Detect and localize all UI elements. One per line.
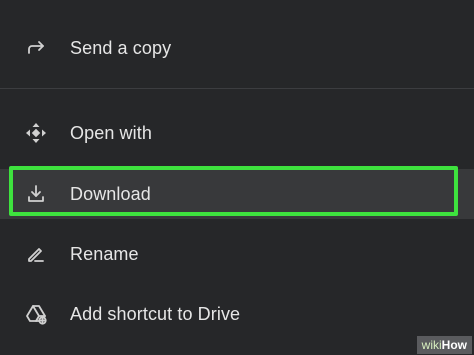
menu-item-label: Open with xyxy=(70,122,152,143)
pencil-icon xyxy=(24,242,48,266)
menu-item-label: Download xyxy=(70,183,151,204)
watermark-part-a: wiki xyxy=(421,338,442,352)
menu-item-label: Send a copy xyxy=(70,37,172,58)
download-icon xyxy=(24,182,48,206)
menu-item-label: Rename xyxy=(70,243,139,264)
menu-item-label: Add shortcut to Drive xyxy=(70,303,241,324)
move-arrows-icon xyxy=(24,121,48,145)
context-menu: Send a copy Open with Download Rename Ad… xyxy=(0,0,474,355)
menu-divider xyxy=(0,88,474,89)
wikihow-watermark: wiki How xyxy=(416,336,472,354)
watermark-part-b: How xyxy=(441,338,467,352)
add-to-drive-icon xyxy=(24,302,48,326)
menu-item-add-shortcut-to-drive[interactable]: Add shortcut to Drive xyxy=(0,289,474,339)
menu-item-rename[interactable]: Rename xyxy=(0,229,474,279)
menu-item-send-a-copy[interactable]: Send a copy xyxy=(0,23,474,73)
send-arrow-icon xyxy=(24,36,48,60)
menu-item-download[interactable]: Download xyxy=(0,169,474,219)
menu-item-open-with[interactable]: Open with xyxy=(0,108,474,158)
